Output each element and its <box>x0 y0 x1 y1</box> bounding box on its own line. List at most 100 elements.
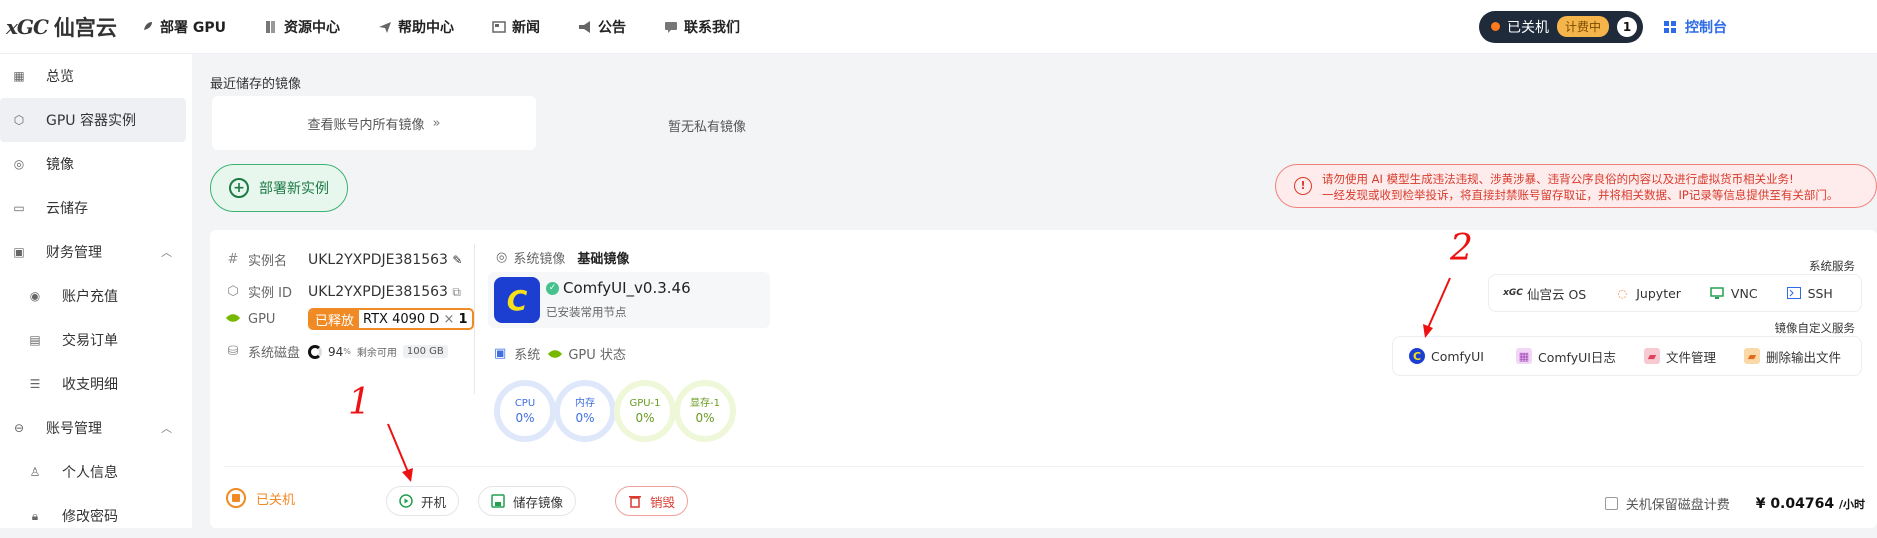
service-file-manager[interactable]: ▰ 文件管理 <box>1643 347 1716 366</box>
gpu-model-text: RTX 4090 D <box>363 311 440 327</box>
sidebar-item-orders[interactable]: ▤ 交易订单 <box>0 318 186 362</box>
nav-label: 新闻 <box>512 19 540 36</box>
brand-logo[interactable]: xGC 仙宫云 <box>6 12 134 42</box>
logo-mark: xGC <box>6 14 49 39</box>
service-vnc[interactable]: VNC <box>1709 285 1758 301</box>
sidebar-item-profile[interactable]: ♙ 个人信息 <box>0 450 186 494</box>
sidebar-item-cloud-storage[interactable]: ▭ 云储存 <box>0 186 186 230</box>
instance-id-value: UKL2YXPDJE381563 ⧉ <box>308 284 461 300</box>
nvidia-icon <box>548 349 563 359</box>
save-image-button[interactable]: 储存镜像 <box>478 486 577 516</box>
billing-info: 关机保留磁盘计费 ¥ 0.04764 /小时 <box>1604 494 1865 513</box>
gauge-label: GPU-1 <box>629 398 661 409</box>
sidebar-item-recharge[interactable]: ◉ 账户充值 <box>0 274 186 318</box>
destroy-button[interactable]: 销毁 <box>615 486 689 516</box>
xgc-icon: xGC <box>1503 288 1523 298</box>
image-name-text: ComfyUI_v0.3.46 <box>563 279 691 297</box>
nvidia-icon <box>226 312 240 327</box>
nav-deploy-gpu[interactable]: 部署 GPU <box>140 17 226 37</box>
disk-value: 94% 剩余可用 100 GB <box>308 344 448 359</box>
recent-images-title: 最近储存的镜像 <box>210 77 302 92</box>
comfyui-logo-icon: C <box>494 277 540 323</box>
system-disk-field: ⛁ 系统磁盘 94% 剩余可用 100 GB <box>226 342 448 361</box>
service-delete-output[interactable]: ▰ 删除输出文件 <box>1743 347 1841 366</box>
sidebar-item-label: 个人信息 <box>62 465 118 481</box>
service-label: 文件管理 <box>1665 349 1716 365</box>
nav-help-center[interactable]: 帮助中心 <box>378 17 454 37</box>
service-ssh[interactable]: SSH <box>1786 285 1833 301</box>
chevron-up-icon: ︿ <box>161 246 172 259</box>
gpu-count: 1 <box>458 311 468 327</box>
nav-announcement[interactable]: 公告 <box>578 17 626 37</box>
main-content: 最近储存的镜像 查看账号内所有镜像 » 暂无私有镜像 + 部署新实例 ! 请勿使… <box>198 54 1877 528</box>
field-label: 实例名 <box>248 254 288 269</box>
sidebar-item-change-password[interactable]: 🔒︎ 修改密码 <box>0 494 186 538</box>
nav-contact[interactable]: 联系我们 <box>664 17 740 37</box>
gauge-value: 0% <box>575 411 595 425</box>
sidebar-item-label: 账户充值 <box>62 289 118 305</box>
edit-icon[interactable]: ✎ <box>452 253 462 267</box>
order-icon: ▤ <box>29 333 41 347</box>
instance-state-label: 已关机 <box>256 492 296 508</box>
calendar-icon: ▦ <box>1515 348 1532 364</box>
service-label: ComfyUI日志 <box>1537 349 1616 365</box>
memory-gauge: 内存 0% <box>554 380 616 442</box>
system-image-value: 基础镜像 <box>577 252 630 267</box>
sidebar-item-overview[interactable]: ▦ 总览 <box>0 54 186 98</box>
view-all-images-card[interactable]: 查看账号内所有镜像 » <box>212 96 536 150</box>
book-icon <box>264 20 278 34</box>
system-services-box: xGC 仙宫云 OS ◌ Jupyter VNC SSH <box>1488 274 1862 312</box>
send-icon <box>378 20 392 34</box>
sidebar-item-images[interactable]: ◎ 镜像 <box>0 142 186 186</box>
service-comfyui[interactable]: C ComfyUI <box>1409 348 1484 364</box>
sidebar-item-gpu-instances[interactable]: ⬡ GPU 容器实例 <box>0 98 186 142</box>
copy-icon[interactable]: ⧉ <box>452 285 461 299</box>
storage-icon: ▭ <box>13 201 25 215</box>
checkbox[interactable] <box>1604 497 1618 510</box>
service-comfyui-log[interactable]: ▦ ComfyUI日志 <box>1515 347 1616 366</box>
alert-icon: ! <box>1294 177 1312 195</box>
console-label: 控制台 <box>1685 19 1727 36</box>
disk-size-badge: 100 GB <box>402 345 448 358</box>
status-dot <box>1490 22 1500 31</box>
nav-label: 联系我们 <box>684 19 740 36</box>
sidebar-group-finance[interactable]: ▣ 财务管理 ︿ <box>0 230 186 274</box>
gauge-label: 显存-1 <box>690 398 720 409</box>
sidebar-group-account[interactable]: ⊖ 账号管理 ︿ <box>0 406 186 450</box>
vram-gauge: 显存-1 0% <box>674 380 736 442</box>
custom-services-title: 镜像自定义服务 <box>1774 321 1856 335</box>
disk-icon: ⛁ <box>227 344 239 359</box>
instance-status-pill[interactable]: 已关机 计费中 1 <box>1478 10 1643 43</box>
plus-circle-icon: + <box>229 178 249 198</box>
status-text: 已关机 <box>1506 19 1549 36</box>
system-status-row: ▣ 系统 GPU 状态 <box>494 344 626 363</box>
nav-resource-center[interactable]: 资源中心 <box>264 17 340 37</box>
deploy-new-instance-button[interactable]: + 部署新实例 <box>210 164 348 212</box>
service-label: VNC <box>1730 285 1758 301</box>
service-jupyter[interactable]: ◌ Jupyter <box>1614 285 1680 301</box>
rocket-icon <box>140 20 154 34</box>
power-on-button[interactable]: 开机 <box>386 486 460 516</box>
divider <box>224 466 1864 467</box>
monitor-icon <box>1709 285 1725 301</box>
sidebar-item-label: 财务管理 <box>46 245 102 261</box>
nav-news[interactable]: 新闻 <box>492 17 540 37</box>
warning-line-1: 请勿使用 AI 模型生成违法违规、涉黄涉暴、违背公序良俗的内容以及进行虚拟货币相… <box>1322 172 1794 186</box>
service-xgc-os[interactable]: xGC 仙宫云 OS <box>1503 284 1586 303</box>
system-image-row: ◎ 系统镜像 基础镜像 <box>496 248 629 267</box>
console-link[interactable]: 控制台 <box>1663 17 1727 37</box>
check-circle-icon: ✓ <box>546 281 559 295</box>
sidebar: ▦ 总览 ⬡ GPU 容器实例 ◎ 镜像 ▭ 云储存 ▣ 财务管理 ︿ ◉ 账户充值 ▤ 交易订… <box>0 54 192 528</box>
field-label: GPU <box>248 312 276 327</box>
system-status-label: 系统 <box>514 348 541 363</box>
image-card[interactable]: C ✓ ComfyUI_v0.3.46 已安装常用节点 <box>488 272 770 328</box>
cpu-gauge: CPU 0% <box>494 380 556 442</box>
sidebar-item-transactions[interactable]: ☰ 收支明细 <box>0 362 186 406</box>
trash-icon <box>628 494 642 508</box>
save-icon <box>491 494 505 508</box>
sidebar-item-label: 交易订单 <box>62 333 118 349</box>
terminal-icon <box>1786 285 1802 301</box>
service-label: SSH <box>1807 285 1833 301</box>
lock-icon: 🔒︎ <box>31 508 39 523</box>
annotation-arrow-1 <box>387 423 413 482</box>
